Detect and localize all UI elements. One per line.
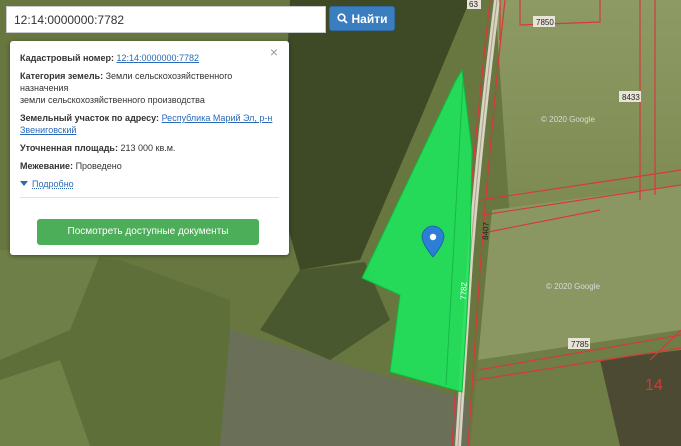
survey-row: Межевание: Проведено [20, 160, 279, 172]
parcel-number: 14 [645, 377, 663, 394]
view-documents-button[interactable]: Посмотреть доступные документы [37, 219, 259, 245]
cadastral-label: Кадастровый номер: [20, 53, 114, 63]
address-label: Земельный участок по адресу: [20, 113, 160, 123]
road-label-8433: 8433 [622, 93, 640, 102]
category-value-2: земли сельскохозяйственного производства [20, 95, 205, 105]
survey-value: Проведено [75, 161, 122, 171]
address-row: Земельный участок по адресу: Республика … [20, 112, 279, 136]
chevron-down-icon [20, 181, 28, 186]
details-toggle[interactable]: Подробно [20, 178, 279, 190]
map-copyright: © 2020 Google [541, 115, 595, 124]
road-label-8407: 8407 [481, 221, 491, 240]
area-value: 213 000 кв.м. [120, 143, 176, 153]
parcel-label-7782: 7782 [459, 281, 469, 300]
area-label: Уточненная площадь: [20, 143, 118, 153]
road-label-63: 63 [469, 0, 478, 9]
map-copyright-2: © 2020 Google [546, 282, 600, 291]
parcel-info-popup: × Кадастровый номер: 12:14:0000000:7782 … [10, 41, 289, 255]
search-button-label: Найти [351, 11, 388, 26]
divider [20, 197, 279, 198]
cadastral-link[interactable]: 12:14:0000000:7782 [116, 53, 199, 63]
survey-label: Межевание: [20, 161, 74, 171]
road-label-7785: 7785 [571, 340, 589, 349]
category-row: Категория земель: Земли сельскохозяйстве… [20, 70, 279, 106]
category-label: Категория земель: [20, 71, 104, 81]
field-east [495, 0, 681, 220]
search-input[interactable] [7, 7, 325, 32]
search-icon [336, 13, 348, 24]
road-label-7850: 7850 [536, 18, 554, 27]
cadastral-row: Кадастровый номер: 12:14:0000000:7782 [20, 52, 279, 64]
area-row: Уточненная площадь: 213 000 кв.м. [20, 142, 279, 154]
search-button[interactable]: Найти [329, 6, 395, 31]
close-icon[interactable]: × [268, 45, 280, 59]
search-box [6, 6, 326, 33]
details-link[interactable]: Подробно [32, 178, 74, 190]
